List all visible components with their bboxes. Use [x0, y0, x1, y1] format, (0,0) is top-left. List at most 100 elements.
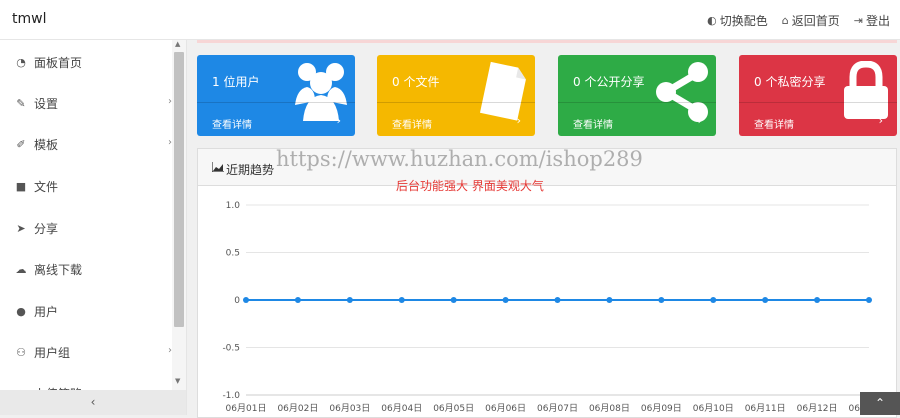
- sidebar-item-label: 文件: [34, 179, 59, 194]
- view-details-link[interactable]: 查看详情: [392, 116, 432, 131]
- sidebar-item-label: 面板首页: [34, 55, 83, 70]
- x-tick-label: 06月11日: [745, 403, 786, 414]
- stat-card-title: 0 个私密分享: [754, 75, 826, 89]
- x-tick-label: 06月03日: [329, 403, 370, 414]
- scrollbar-thumb[interactable]: [174, 52, 184, 327]
- folder-icon: ■: [15, 179, 27, 193]
- sidebar-item-users[interactable]: ● 用户: [0, 291, 172, 331]
- data-point: [814, 297, 821, 303]
- cloud-download-icon: ☁: [15, 262, 27, 276]
- scroll-down-icon[interactable]: ▼: [175, 377, 180, 385]
- sidebar-collapse-button[interactable]: ‹: [0, 390, 186, 415]
- sidebar-item-label: 用户组: [34, 345, 71, 360]
- home-icon: ⌂: [781, 14, 789, 27]
- x-tick-label: 06月02日: [277, 403, 318, 414]
- users-icon: [295, 63, 347, 121]
- data-point: [502, 297, 509, 303]
- logout-label: 登出: [865, 14, 890, 28]
- trend-panel: 近期趋势 https://www.huzhan.com/ishop289 后台功…: [197, 147, 897, 418]
- data-point: [866, 297, 872, 303]
- sidebar-item-user-groups[interactable]: ⚇ 用户组 ›: [0, 332, 172, 372]
- y-tick-label: 0.5: [226, 249, 240, 259]
- alert-strip: [197, 40, 897, 43]
- sidebar-item-dashboard[interactable]: ◔ 面板首页: [0, 42, 172, 82]
- panel-header: 近期趋势 https://www.huzhan.com/ishop289: [198, 147, 896, 186]
- sidebar-item-label: 用户: [34, 304, 59, 319]
- x-tick-label: 06月07日: [537, 403, 578, 414]
- chevron-right-icon[interactable]: ›: [517, 114, 521, 127]
- sidebar-item-settings[interactable]: ✎ 设置 ›: [0, 83, 172, 123]
- data-point: [398, 297, 405, 303]
- sidebar-item-shares[interactable]: ➤ 分享: [0, 208, 172, 248]
- stat-card-users: 1 位用户 查看详情 ›: [197, 55, 355, 136]
- brand-logo[interactable]: tmwl: [12, 11, 46, 27]
- logout-link[interactable]: ⇥ 登出: [854, 12, 890, 29]
- data-point: [294, 297, 301, 303]
- stat-card-title: 1 位用户: [212, 75, 260, 89]
- trend-line-chart: 1.0 0.5 0 -0.5 -1.0 06月01日 06月02日 06月03日 06月04日 0…: [222, 201, 889, 414]
- main-content: 1 位用户 查看详情 › 0 个文件 查看详情 › 0 个公开分享 查看详情 ›: [187, 40, 900, 418]
- x-tick-label: 06月12日: [797, 403, 838, 414]
- view-details-link[interactable]: 查看详情: [754, 116, 794, 131]
- top-bar: tmwl ◐ 切换配色 ⌂ 返回首页 ⇥ 登出: [0, 0, 900, 40]
- toggle-icon: ◐: [707, 14, 717, 27]
- x-tick-label: 06月08日: [589, 403, 630, 414]
- x-tick-label: 06月10日: [693, 403, 734, 414]
- home-label: 返回首页: [791, 14, 840, 28]
- file-icon: [479, 61, 526, 121]
- chevron-right-icon[interactable]: ›: [337, 114, 341, 127]
- send-icon: ➤: [16, 221, 26, 235]
- back-to-top-button[interactable]: ⌃: [860, 392, 900, 415]
- sidebar-item-templates[interactable]: ✐ 模板 ›: [0, 124, 172, 164]
- data-point: [243, 297, 249, 303]
- stat-card-private-shares: 0 个私密分享 查看详情 ›: [739, 55, 897, 136]
- sidebar-item-label: 分享: [34, 221, 59, 236]
- chevron-right-icon[interactable]: ›: [879, 114, 883, 127]
- sidebar-item-label: 离线下载: [34, 262, 83, 277]
- logout-icon: ⇥: [853, 14, 863, 27]
- stat-card-title: 0 个文件: [392, 75, 440, 89]
- divider: [377, 102, 535, 103]
- x-tick-label: 06月05日: [433, 403, 474, 414]
- lock-icon: [844, 61, 888, 119]
- chevron-right-icon[interactable]: ›: [698, 114, 702, 127]
- data-point: [710, 297, 717, 303]
- scroll-up-icon[interactable]: ▲: [175, 40, 180, 48]
- x-tick-label: 06月01日: [226, 403, 267, 414]
- wrench-icon: ✎: [16, 96, 26, 110]
- x-tick-label: 06月09日: [641, 403, 682, 414]
- users-icon: ⚇: [16, 345, 26, 359]
- watermark-text: https://www.huzhan.com/ishop289: [276, 147, 643, 171]
- sidebar-item-offline-download[interactable]: ☁ 离线下载: [0, 249, 172, 289]
- sidebar-item-files[interactable]: ■ 文件: [0, 166, 172, 206]
- theme-toggle-link[interactable]: ◐ 切换配色: [707, 12, 768, 29]
- area-chart-icon: [212, 162, 224, 172]
- user-icon: ●: [16, 304, 26, 318]
- dashboard-icon: ◔: [16, 55, 26, 69]
- y-tick-label: -1.0: [222, 391, 240, 401]
- sidebar-item-label: 模板: [34, 137, 59, 152]
- view-details-link[interactable]: 查看详情: [212, 116, 252, 131]
- stat-card-public-shares: 0 个公开分享 查看详情 ›: [558, 55, 716, 136]
- x-tick-label: 06月04日: [381, 403, 422, 414]
- x-tick-label: 06月06日: [485, 403, 526, 414]
- data-point: [762, 297, 769, 303]
- theme-toggle-label: 切换配色: [719, 14, 768, 28]
- divider: [558, 102, 716, 103]
- stat-card-title: 0 个公开分享: [573, 75, 645, 89]
- y-tick-label: 1.0: [226, 201, 241, 211]
- data-point: [658, 297, 665, 303]
- divider: [197, 102, 355, 103]
- data-point: [450, 297, 457, 303]
- data-point: [554, 297, 561, 303]
- y-tick-label: -0.5: [222, 344, 240, 354]
- sidebar-item-label: 设置: [34, 96, 59, 111]
- stat-card-files: 0 个文件 查看详情 ›: [377, 55, 535, 136]
- y-tick-label: 0: [234, 296, 240, 306]
- data-point: [606, 297, 613, 303]
- panel-title: 近期趋势: [226, 163, 275, 177]
- sidebar-scrollbar[interactable]: ▲ ▼: [172, 40, 186, 390]
- home-link[interactable]: ⌂ 返回首页: [782, 12, 840, 29]
- view-details-link[interactable]: 查看详情: [573, 116, 613, 131]
- divider: [739, 102, 897, 103]
